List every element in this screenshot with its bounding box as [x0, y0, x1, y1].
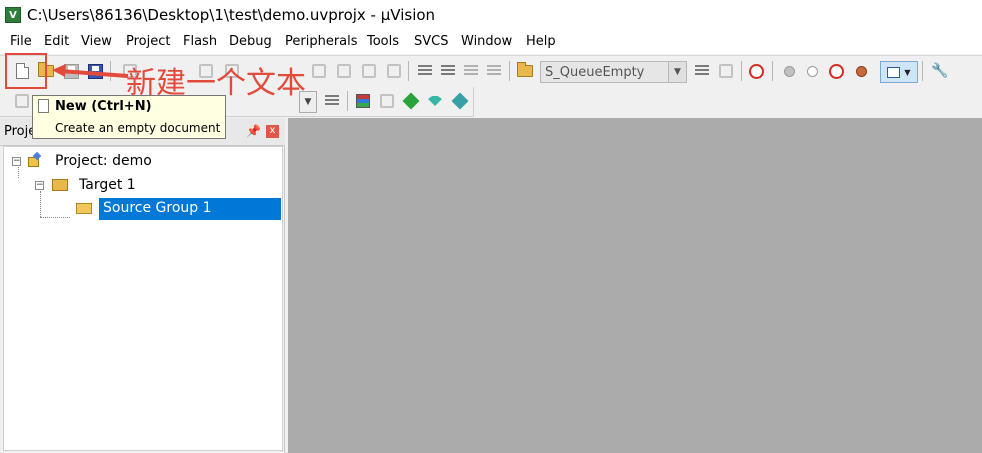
kill-breakpoints-icon: [855, 65, 867, 77]
indent-icon: [418, 65, 432, 77]
software-packs-icon: [402, 92, 420, 110]
target-collapse-toggle[interactable]: −: [35, 181, 44, 190]
prev-bookmark-icon: [337, 64, 351, 78]
uncomment-button[interactable]: [484, 61, 504, 81]
menu-help[interactable]: Help: [526, 34, 556, 49]
manage-components-button[interactable]: [353, 91, 373, 111]
window-layout-icon: [887, 66, 901, 78]
tooltip: New (Ctrl+N) Create an empty document: [32, 95, 226, 139]
bookmark-button[interactable]: [309, 61, 329, 81]
tooltip-description: Create an empty document: [55, 121, 221, 135]
menu-tools[interactable]: Tools: [367, 34, 399, 49]
manage-components-icon: [356, 94, 370, 108]
menu-view[interactable]: View: [81, 34, 112, 49]
menu-flash[interactable]: Flash: [183, 34, 217, 49]
toolbar-separator: [741, 61, 742, 81]
insert-breakpoint-button[interactable]: [779, 61, 799, 81]
menu-peripherals[interactable]: Peripherals: [285, 34, 358, 49]
menu-project[interactable]: Project: [126, 34, 170, 49]
indent-button[interactable]: [415, 61, 435, 81]
disable-breakpoints-icon: [828, 63, 844, 79]
tree-connector: [40, 217, 70, 218]
toolbar-separator: [772, 61, 773, 81]
menu-edit[interactable]: Edit: [44, 34, 69, 49]
wrench-icon: 🔧: [931, 63, 949, 79]
comment-icon: [464, 65, 478, 77]
options-target-button[interactable]: [322, 91, 342, 111]
source-group-label: Source Group 1: [103, 200, 212, 216]
outdent-button[interactable]: [438, 61, 458, 81]
menu-svcs[interactable]: SVCS: [414, 34, 448, 49]
next-bookmark-button[interactable]: [359, 61, 379, 81]
bookmark-icon: [312, 64, 326, 78]
menu-bar: File Edit View Project Flash Debug Perip…: [0, 30, 982, 54]
find-icon: [695, 65, 709, 77]
breakpoint-disabled-icon: [806, 65, 818, 77]
menu-file[interactable]: File: [10, 34, 32, 49]
close-icon[interactable]: x: [266, 125, 279, 138]
uncomment-icon: [487, 65, 501, 77]
tooltip-title: New (Ctrl+N): [55, 99, 152, 114]
project-collapse-toggle[interactable]: −: [12, 157, 21, 166]
find-button[interactable]: [692, 61, 712, 81]
menu-window[interactable]: Window: [461, 34, 512, 49]
project-tree: − Project: demo − Target 1 Source Group …: [3, 146, 283, 451]
toolbar-separator: [922, 61, 923, 81]
project-icon: [28, 153, 42, 167]
uvision-app-icon: V: [5, 7, 21, 23]
window-title: C:\Users\86136\Desktop\1\test\demo.uvpro…: [27, 6, 436, 24]
pin-icon[interactable]: 📌: [246, 124, 261, 138]
debug-button[interactable]: [746, 61, 766, 81]
clear-bookmarks-icon: [387, 64, 401, 78]
new-button-highlight: [5, 53, 47, 89]
comment-button[interactable]: [461, 61, 481, 81]
source-group-folder-icon: [76, 203, 92, 214]
outdent-icon: [441, 65, 455, 77]
event-recorder-icon: [451, 92, 469, 110]
chevron-down-icon: ▼: [904, 67, 911, 77]
pack-installer-button[interactable]: [425, 91, 445, 111]
prev-bookmark-button[interactable]: [334, 61, 354, 81]
window-layout-button[interactable]: ▼: [880, 61, 918, 83]
clear-bookmarks-button[interactable]: [384, 61, 404, 81]
tree-item-source-group[interactable]: Source Group 1: [99, 198, 281, 220]
options-icon: [325, 95, 339, 107]
target-folder-icon: [52, 179, 68, 191]
run-time-environment-button[interactable]: [377, 91, 397, 111]
pack-installer-icon: [428, 96, 442, 106]
new-file-icon: [38, 99, 49, 113]
breakpoint-icon: [783, 65, 795, 77]
disable-all-breakpoints-button[interactable]: [826, 61, 846, 81]
run-time-environment-icon: [380, 94, 394, 108]
select-software-packs-button[interactable]: [401, 91, 421, 111]
menu-debug[interactable]: Debug: [229, 34, 272, 49]
incremental-find-icon: [719, 64, 733, 78]
translate-button[interactable]: [12, 91, 32, 111]
toolbar-separator: [347, 91, 348, 111]
enable-breakpoint-button[interactable]: [802, 61, 822, 81]
function-combo-value: S_QueueEmpty: [545, 65, 645, 80]
tree-item-project[interactable]: Project: demo: [55, 153, 152, 169]
chevron-down-icon[interactable]: ▼: [668, 62, 686, 82]
tree-connector: [40, 191, 41, 217]
debug-icon: [748, 63, 764, 79]
annotation-arrow: [52, 64, 129, 78]
project-panel: Proje 📌 x − Project: demo − Target 1 Sou…: [0, 118, 285, 453]
function-combo[interactable]: S_QueueEmpty ▼: [540, 61, 687, 83]
toolbar-separator: [408, 61, 409, 81]
find-in-files-button[interactable]: [515, 61, 535, 81]
event-recorder-button[interactable]: [450, 91, 470, 111]
next-bookmark-icon: [362, 64, 376, 78]
tree-item-target[interactable]: Target 1: [79, 177, 136, 193]
kill-all-breakpoints-button[interactable]: [851, 61, 871, 81]
configure-button[interactable]: 🔧: [930, 61, 950, 81]
toolbar-separator: [509, 61, 510, 81]
translate-icon: [15, 94, 29, 108]
find-in-files-icon: [517, 62, 533, 77]
editor-area[interactable]: [288, 118, 982, 453]
title-bar: V C:\Users\86136\Desktop\1\test\demo.uvp…: [0, 0, 982, 30]
incremental-find-button[interactable]: [716, 61, 736, 81]
